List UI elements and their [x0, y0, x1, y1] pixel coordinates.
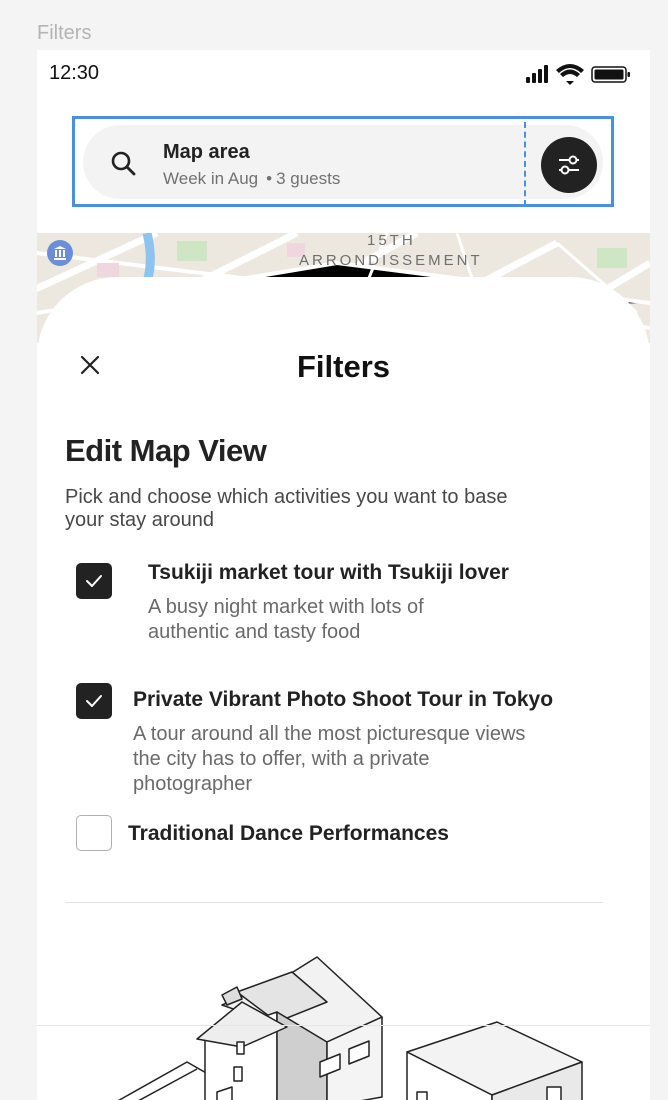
- activity-title: Traditional Dance Performances: [128, 822, 449, 845]
- search-location: Map area: [163, 141, 250, 163]
- search-guests: 3 guests: [276, 169, 341, 188]
- map-label-line2: ARRONDISSEMENT: [299, 252, 483, 269]
- battery-icon: [591, 66, 630, 83]
- activity-description: A tour around all the most picturesque v…: [133, 723, 526, 795]
- wifi-icon: [556, 64, 584, 85]
- phone-screen: 12:30 Map area Week in Aug • 3 guests 15…: [37, 50, 650, 1100]
- status-time: 12:30: [49, 62, 100, 84]
- activity-checkbox-tsukiji[interactable]: [76, 563, 112, 599]
- section-description: Pick and choose which activities you wan…: [65, 486, 508, 531]
- selection-guide: [524, 122, 526, 206]
- sheet-edge: [37, 1025, 650, 1026]
- filter-button[interactable]: [541, 137, 597, 193]
- search-icon: [111, 151, 136, 176]
- status-bar: 12:30: [37, 50, 650, 98]
- search-details: Week in Aug • 3 guests: [163, 169, 340, 189]
- activity-title: Private Vibrant Photo Shoot Tour in Toky…: [133, 688, 554, 711]
- map-label-line1: 15TH: [367, 233, 416, 249]
- divider: [65, 902, 603, 903]
- activity-description: A busy night market with lots of authent…: [148, 596, 424, 643]
- check-icon: [86, 695, 102, 707]
- houses-illustration: [117, 956, 583, 1100]
- section-title: Edit Map View: [65, 433, 267, 468]
- sheet-title: Filters: [296, 349, 391, 384]
- museum-pin[interactable]: [47, 240, 73, 266]
- activity-checkbox-photo-tour[interactable]: [76, 683, 112, 719]
- activity-title: Tsukiji market tour with Tsukiji lover: [148, 561, 509, 584]
- status-icons: [526, 64, 630, 85]
- sliders-icon: [559, 155, 579, 175]
- search-bar-selection: Map area Week in Aug • 3 guests: [72, 116, 614, 207]
- museum-icon: [54, 246, 66, 260]
- activity-checkbox-dance[interactable]: [76, 815, 112, 851]
- search-separator: •: [266, 169, 273, 188]
- signal-icon: [526, 65, 548, 83]
- check-icon: [86, 575, 102, 587]
- frame-label: Filters: [37, 22, 92, 44]
- filters-sheet: Filters Edit Map View Pick and choose wh…: [37, 277, 650, 1100]
- search-dates: Week in Aug: [163, 169, 259, 188]
